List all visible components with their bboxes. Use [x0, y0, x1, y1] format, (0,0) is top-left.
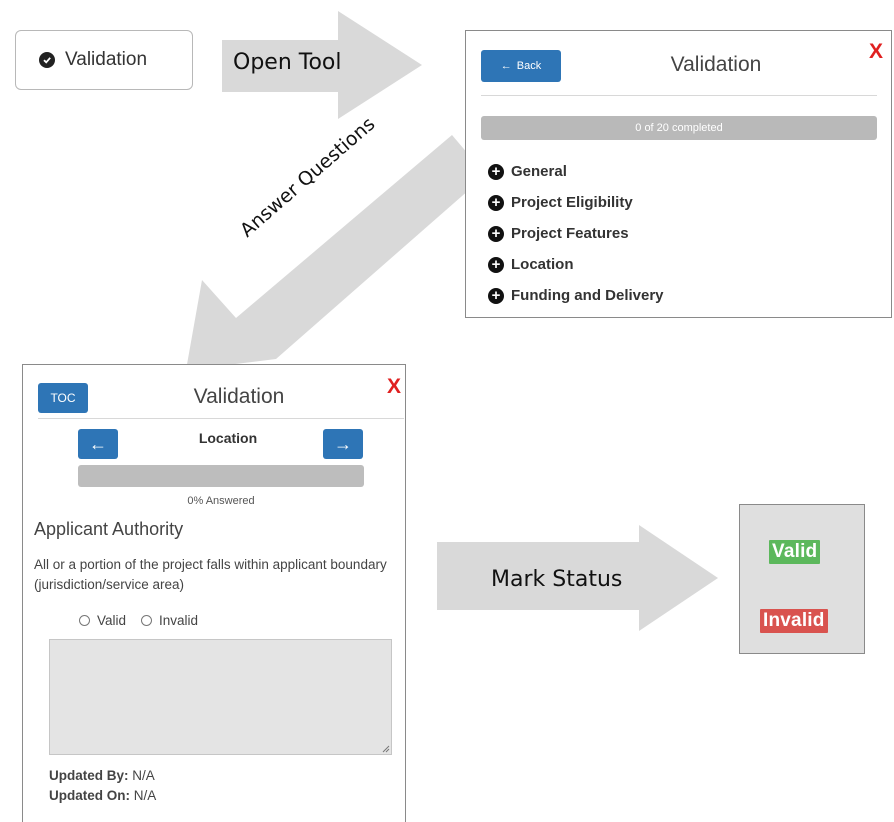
validation-button[interactable]: Validation [15, 30, 193, 90]
next-section-button[interactable]: → [323, 429, 363, 459]
progress-bar [78, 465, 364, 487]
radio-circle[interactable] [79, 615, 90, 626]
radio-label: Valid [97, 613, 127, 628]
plus-circle-icon: + [488, 287, 504, 304]
status-radio-group: Valid Invalid [79, 613, 213, 628]
invalid-radio[interactable]: Invalid [141, 613, 198, 628]
toc-item-label: Location [511, 256, 574, 273]
status-panel: Valid Invalid [739, 504, 865, 654]
validation-question-panel: TOC Validation X ← Location → 0% Answere… [22, 364, 406, 822]
question-title: Applicant Authority [34, 519, 184, 539]
validation-toc-panel: ← Back Validation X 0 of 20 completed + G… [465, 30, 892, 318]
toc-item-label: Funding and Delivery [511, 287, 664, 304]
divider [38, 418, 404, 419]
toc-button[interactable]: TOC [38, 383, 88, 413]
plus-circle-icon: + [488, 256, 504, 273]
updated-by-value: N/A [132, 768, 155, 783]
updated-by: Updated By: N/A [49, 768, 155, 783]
toc-item-general[interactable]: + General [488, 156, 664, 187]
toc-item-label: Project Eligibility [511, 194, 633, 211]
resize-handle-icon[interactable] [382, 745, 390, 753]
check-circle-icon [39, 52, 55, 68]
toc-item-label: General [511, 163, 567, 180]
toc-item-project-features[interactable]: + Project Features [488, 218, 664, 249]
panel-title: Validation [670, 53, 762, 76]
open-tool-caption: Open Tool [233, 50, 342, 75]
valid-badge: Valid [769, 540, 821, 564]
radio-label: Invalid [159, 613, 199, 628]
comment-textarea[interactable] [49, 639, 392, 755]
validation-button-label: Validation [65, 49, 148, 70]
section-name: Location [198, 430, 258, 446]
back-button[interactable]: ← Back [481, 50, 561, 82]
plus-circle-icon: + [488, 163, 504, 180]
back-button-label: Back [516, 60, 542, 72]
plus-circle-icon: + [488, 225, 504, 242]
toc-section-list: + General + Project Eligibility + Project F… [488, 156, 664, 311]
toc-item-funding-and-delivery[interactable]: + Funding and Delivery [488, 280, 664, 311]
invalid-badge: Invalid [760, 609, 828, 633]
previous-section-button[interactable]: ← [78, 429, 118, 459]
toc-item-project-eligibility[interactable]: + Project Eligibility [488, 187, 664, 218]
updated-by-label: Updated By: [49, 768, 129, 783]
updated-on-value: N/A [133, 788, 157, 803]
arrow-left-icon: ← [89, 433, 107, 454]
answered-text: 0% Answered [187, 495, 255, 507]
arrow-right-icon: → [334, 433, 352, 454]
mark-status-caption: Mark Status [491, 567, 623, 592]
progress-bar: 0 of 20 completed [481, 116, 877, 140]
updated-on-label: Updated On: [49, 788, 130, 803]
updated-on: Updated On: N/A [49, 788, 156, 803]
close-button[interactable]: X [387, 375, 401, 399]
divider [481, 95, 877, 96]
valid-radio[interactable]: Valid [79, 613, 126, 628]
question-text: All or a portion of the project falls wi… [34, 557, 387, 592]
progress-text: 0 of 20 completed [635, 122, 723, 134]
radio-circle[interactable] [141, 615, 153, 626]
close-button[interactable]: X [869, 40, 883, 64]
toc-item-location[interactable]: + Location [488, 249, 664, 280]
plus-circle-icon: + [488, 194, 504, 211]
arrow-left-icon: ← [500, 60, 512, 72]
toc-item-label: Project Features [511, 225, 629, 242]
answer-questions-arrow [186, 135, 486, 370]
panel-title: Validation [193, 385, 285, 408]
